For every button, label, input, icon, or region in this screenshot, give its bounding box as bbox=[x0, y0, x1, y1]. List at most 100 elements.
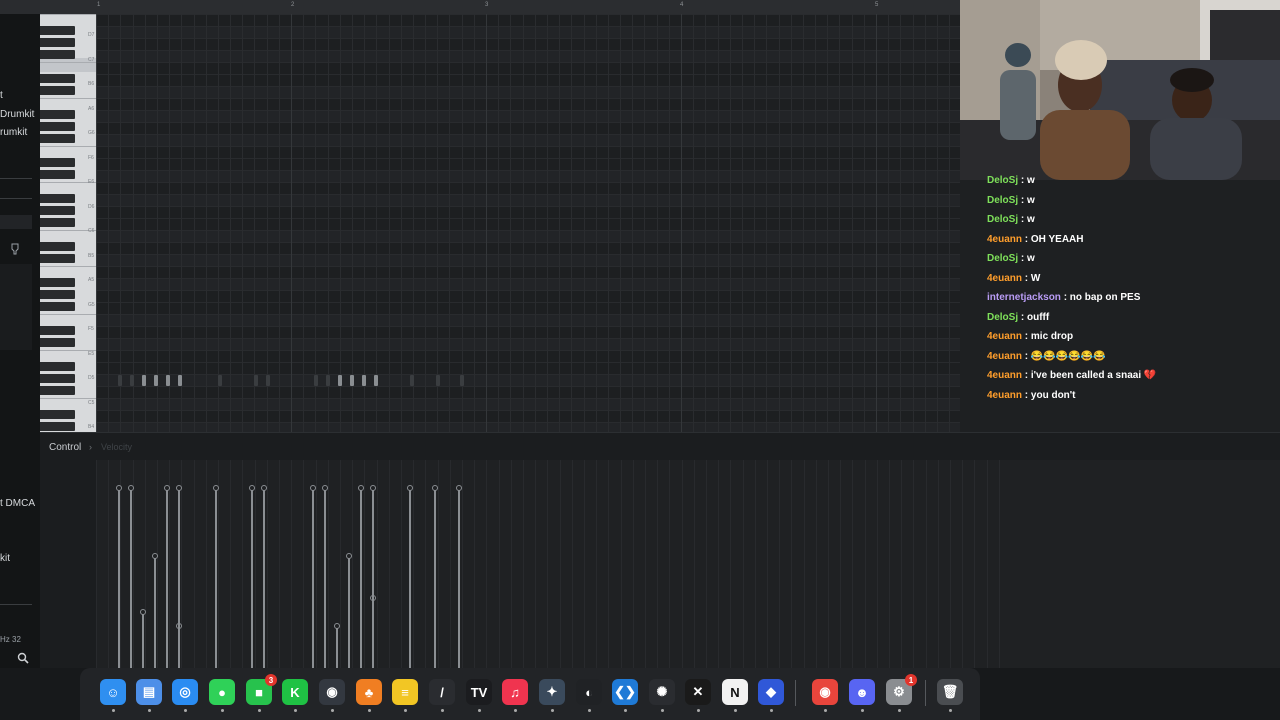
chat-username[interactable]: DeloSj bbox=[987, 253, 1018, 264]
black-key[interactable] bbox=[40, 206, 75, 215]
pin-icon[interactable] bbox=[10, 243, 20, 255]
velocity-handle[interactable] bbox=[310, 485, 316, 491]
notion-icon[interactable]: N bbox=[722, 679, 748, 705]
control-dropdown[interactable]: Control bbox=[49, 442, 81, 453]
midi-note[interactable] bbox=[178, 375, 182, 386]
velocity-lane[interactable] bbox=[96, 460, 1280, 668]
black-key[interactable] bbox=[40, 26, 75, 35]
chat-username[interactable]: DeloSj bbox=[987, 312, 1018, 323]
files-icon[interactable]: ▤ bbox=[136, 679, 162, 705]
chevron-right-icon[interactable]: › bbox=[89, 442, 92, 452]
velocity-handle[interactable] bbox=[116, 485, 122, 491]
black-key[interactable] bbox=[40, 254, 75, 263]
black-key[interactable] bbox=[40, 170, 75, 179]
notes-icon[interactable]: ≡ bbox=[392, 679, 418, 705]
velocity-handle[interactable] bbox=[213, 485, 219, 491]
midi-note[interactable] bbox=[314, 375, 318, 386]
velocity-handle[interactable] bbox=[334, 623, 340, 629]
chat-username[interactable]: 4euann bbox=[987, 273, 1022, 284]
midi-note[interactable] bbox=[118, 375, 122, 386]
trash-icon[interactable]: 🗑 bbox=[937, 679, 963, 705]
velocity-bar[interactable] bbox=[312, 488, 314, 668]
velocity-handle[interactable] bbox=[456, 485, 462, 491]
music-icon[interactable]: ♫ bbox=[502, 679, 528, 705]
control-target-label[interactable]: Velocity bbox=[101, 442, 132, 452]
black-key[interactable] bbox=[40, 374, 75, 383]
midi-note[interactable] bbox=[350, 375, 354, 386]
midi-note[interactable] bbox=[326, 375, 330, 386]
velocity-handle[interactable] bbox=[176, 485, 182, 491]
sidebar-item-2[interactable]: Drumkit bbox=[0, 109, 34, 120]
chat-username[interactable]: DeloSj bbox=[987, 214, 1018, 225]
midi-note[interactable] bbox=[154, 375, 158, 386]
black-key[interactable] bbox=[40, 86, 75, 95]
safari-icon[interactable]: ◎ bbox=[172, 679, 198, 705]
black-key[interactable] bbox=[40, 74, 75, 83]
capcut-icon[interactable]: ✕ bbox=[685, 679, 711, 705]
velocity-bar[interactable] bbox=[178, 488, 180, 668]
vscode-icon[interactable]: ❮❯ bbox=[612, 679, 638, 705]
black-key[interactable] bbox=[40, 218, 75, 227]
chat-username[interactable]: DeloSj bbox=[987, 195, 1018, 206]
velocity-bar[interactable] bbox=[215, 488, 217, 668]
black-key[interactable] bbox=[40, 362, 75, 371]
midi-note[interactable] bbox=[130, 375, 134, 386]
midi-note[interactable] bbox=[266, 375, 270, 386]
sidebar-item-3[interactable]: rumkit bbox=[0, 127, 27, 138]
settings-icon[interactable]: ⚙ 1 bbox=[886, 674, 917, 705]
piano-keyboard[interactable]: D7 C7 B6 A6 G6 F6 E6 D6 C6 B5 A5 G5 F5 E5 D5 C5 B4 bbox=[40, 14, 96, 432]
velocity-bar[interactable] bbox=[458, 488, 460, 668]
sidebar-item-1[interactable]: t bbox=[0, 90, 3, 101]
black-key[interactable] bbox=[40, 410, 75, 419]
midi-note[interactable] bbox=[218, 375, 222, 386]
black-key[interactable] bbox=[40, 158, 75, 167]
velocity-bar[interactable] bbox=[409, 488, 411, 668]
timeline-ruler[interactable]: 1 2 3 4 5 bbox=[40, 0, 960, 14]
black-key[interactable] bbox=[40, 38, 75, 47]
chat-username[interactable]: DeloSj bbox=[987, 175, 1018, 186]
search-icon[interactable] bbox=[17, 652, 29, 664]
midi-note[interactable] bbox=[166, 375, 170, 386]
facetime-icon[interactable]: ■ 3 bbox=[246, 674, 277, 705]
chat-username[interactable]: 4euann bbox=[987, 351, 1022, 362]
black-key[interactable] bbox=[40, 302, 75, 311]
sidebar-row-selected[interactable] bbox=[0, 215, 32, 229]
chat-username[interactable]: 4euann bbox=[987, 331, 1022, 342]
velocity-bar[interactable] bbox=[372, 488, 374, 668]
fl-studio-icon[interactable]: ♣ bbox=[356, 679, 382, 705]
midi-note[interactable] bbox=[362, 375, 366, 386]
velocity-handle[interactable] bbox=[152, 553, 158, 559]
black-key[interactable] bbox=[40, 338, 75, 347]
velocity-handle[interactable] bbox=[432, 485, 438, 491]
messages-icon[interactable]: ● bbox=[209, 679, 235, 705]
black-key[interactable] bbox=[40, 110, 75, 119]
black-key[interactable] bbox=[40, 194, 75, 203]
velocity-bar[interactable] bbox=[130, 488, 132, 668]
midi-note[interactable] bbox=[436, 375, 440, 386]
velocity-handle[interactable] bbox=[164, 485, 170, 491]
github-icon[interactable]: ◐ bbox=[576, 679, 602, 705]
midi-note[interactable] bbox=[142, 375, 146, 386]
velocity-bar[interactable] bbox=[142, 612, 144, 668]
chatgpt-icon[interactable]: ✺ bbox=[649, 679, 675, 705]
velocity-bar[interactable] bbox=[324, 488, 326, 668]
velocity-bar[interactable] bbox=[336, 626, 338, 668]
davinci-icon[interactable]: ✦ bbox=[539, 679, 565, 705]
black-key[interactable] bbox=[40, 242, 75, 251]
velocity-handle[interactable] bbox=[261, 485, 267, 491]
velocity-bar[interactable] bbox=[263, 488, 265, 668]
midi-note[interactable] bbox=[338, 375, 342, 386]
velocity-handle[interactable] bbox=[128, 485, 134, 491]
velocity-handle[interactable] bbox=[370, 485, 376, 491]
obs-icon[interactable]: ◉ bbox=[319, 679, 345, 705]
velocity-bar[interactable] bbox=[166, 488, 168, 668]
chrome-icon[interactable]: ◉ bbox=[812, 679, 838, 705]
velocity-handle[interactable] bbox=[249, 485, 255, 491]
velocity-handle[interactable] bbox=[407, 485, 413, 491]
piano-roll-grid[interactable] bbox=[96, 14, 960, 432]
black-key[interactable] bbox=[40, 386, 75, 395]
app-blue-icon[interactable]: ◆ bbox=[758, 679, 784, 705]
black-key[interactable] bbox=[40, 134, 75, 143]
chat-username[interactable]: internetjackson bbox=[987, 292, 1061, 303]
midi-note[interactable] bbox=[460, 375, 464, 386]
